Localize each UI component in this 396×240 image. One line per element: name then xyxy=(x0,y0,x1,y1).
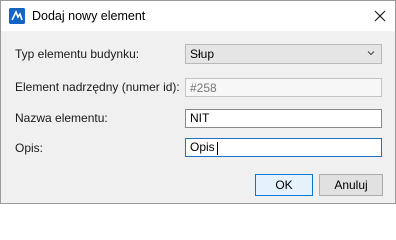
chevron-down-icon xyxy=(367,51,375,56)
description-field[interactable]: Opis xyxy=(185,138,382,157)
description-field-value: Opis xyxy=(190,140,215,154)
type-select[interactable]: Słup xyxy=(185,44,382,64)
parent-id-label: Element nadrzędny (numer id): xyxy=(15,80,180,94)
ok-button[interactable]: OK xyxy=(255,174,313,196)
type-select-value: Słup xyxy=(190,47,215,61)
name-field-value: NIT xyxy=(190,111,210,125)
cancel-button[interactable]: Anuluj xyxy=(319,174,383,196)
title-bar: Dodaj nowy element xyxy=(1,1,395,31)
name-label: Nazwa elementu: xyxy=(15,111,108,125)
text-caret xyxy=(217,142,218,155)
app-icon xyxy=(9,8,25,24)
close-icon[interactable] xyxy=(371,7,389,25)
parent-id-field[interactable] xyxy=(185,78,382,97)
type-label: Typ elementu budynku: xyxy=(15,47,140,61)
dialog-body: Typ elementu budynku: Słup Element nadrz… xyxy=(1,31,395,203)
dialog-title: Dodaj nowy element xyxy=(32,9,146,23)
dialog-window: Dodaj nowy element Typ elementu budynku:… xyxy=(0,0,396,204)
name-field[interactable]: NIT xyxy=(185,109,382,128)
description-label: Opis: xyxy=(15,141,44,155)
